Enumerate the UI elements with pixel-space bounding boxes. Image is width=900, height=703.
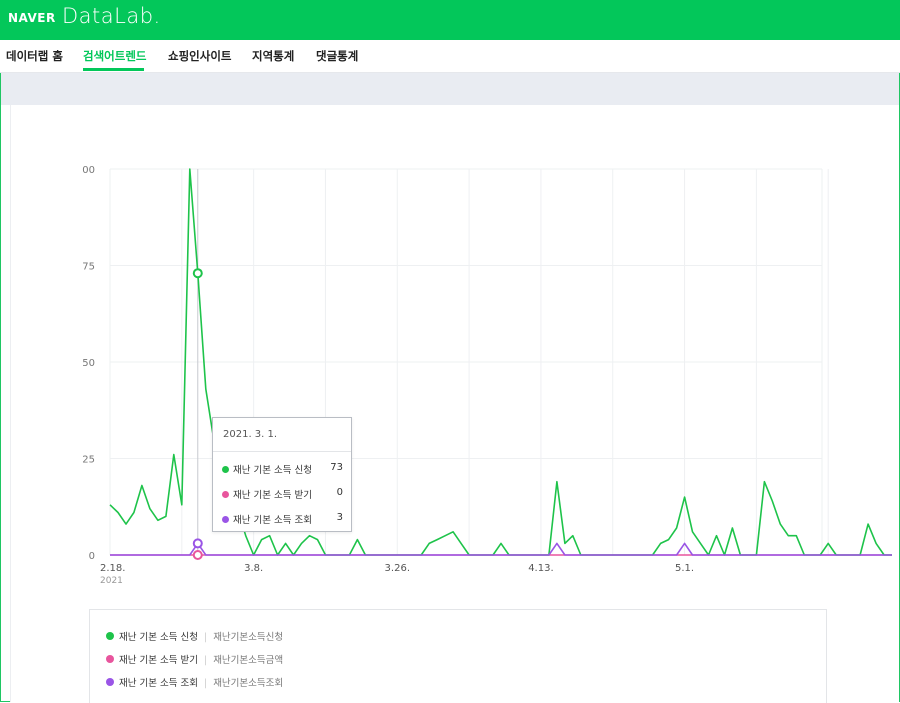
tooltip-row: 재난 기본 소득 조회 [222,512,312,526]
y-tick-label: 50 [82,358,95,369]
legend-item[interactable]: 재난 기본 소득 조회 | 재난기본소득조회 [106,675,283,689]
legend-color-dot [106,632,114,640]
legend-series-name: 재난 기본 소득 받기 [119,655,198,666]
y-tick-label: 0 [89,551,95,562]
series-color-dot [222,466,229,473]
y-tick-label: 25 [82,455,95,466]
x-tick-label: 3.26. [385,563,410,574]
tooltip-divider [213,451,351,452]
y-tick-label: 75 [82,262,95,273]
legend-separator: | [203,678,208,689]
series-color-dot [222,516,229,523]
tooltip-series-name: 재난 기본 소득 받기 [233,490,312,501]
legend-item[interactable]: 재난 기본 소득 신청 | 재난기본소득신청 [106,629,283,643]
series-line [110,542,892,556]
x-tick-label: 4.13. [528,563,553,574]
tooltip-row: 재난 기본 소득 신청 [222,462,312,476]
x-tick-label: 3.8. [244,563,263,574]
tooltip-series-name: 재난 기본 소득 신청 [233,465,312,476]
tooltip-value: 73 [330,462,343,473]
tooltip-value: 3 [336,512,343,523]
y-axis-ticks: 00 75 50 25 0 [82,165,95,562]
tooltip-value: 0 [336,487,343,498]
legend-keywords: 재난기본소득신청 [213,632,284,643]
y-tick-label: 00 [82,165,95,176]
highlight-point [192,538,203,549]
legend-separator: | [203,655,208,666]
tooltip-row: 재난 기본 소득 받기 [222,487,312,501]
legend-keywords: 재난기본소득조회 [213,678,284,689]
legend-separator: | [203,632,208,643]
chart-tooltip: 2021. 3. 1. 재난 기본 소득 신청 73 재난 기본 소득 받기 0… [212,417,352,532]
x-axis-ticks: 2.18. 2021 3.8. 3.26. 4.13. 5.1. [100,563,694,586]
chart-legend: 재난 기본 소득 신청 | 재난기본소득신청 재난 기본 소득 받기 | 재난기본소득금… [89,609,827,703]
highlight-point [192,550,203,560]
legend-item[interactable]: 재난 기본 소득 받기 | 재난기본소득금액 [106,652,283,666]
legend-keywords: 재난기본소득금액 [213,655,284,666]
trend-chart[interactable]: 00 75 50 25 0 2.18. 2021 3.8. 3.26. 4.13. 5.1. [0,0,900,702]
x-tick-label: 2.18. [100,563,125,574]
x-tick-label: 5.1. [675,563,694,574]
legend-color-dot [106,678,114,686]
legend-series-name: 재난 기본 소득 신청 [119,632,198,643]
legend-series-name: 재난 기본 소득 조회 [119,678,198,689]
tooltip-series-name: 재난 기본 소득 조회 [233,515,312,526]
series-color-dot [222,491,229,498]
x-tick-sublabel: 2021 [100,576,123,586]
legend-color-dot [106,655,114,663]
tooltip-date: 2021. 3. 1. [223,429,278,440]
highlight-point [192,268,203,279]
